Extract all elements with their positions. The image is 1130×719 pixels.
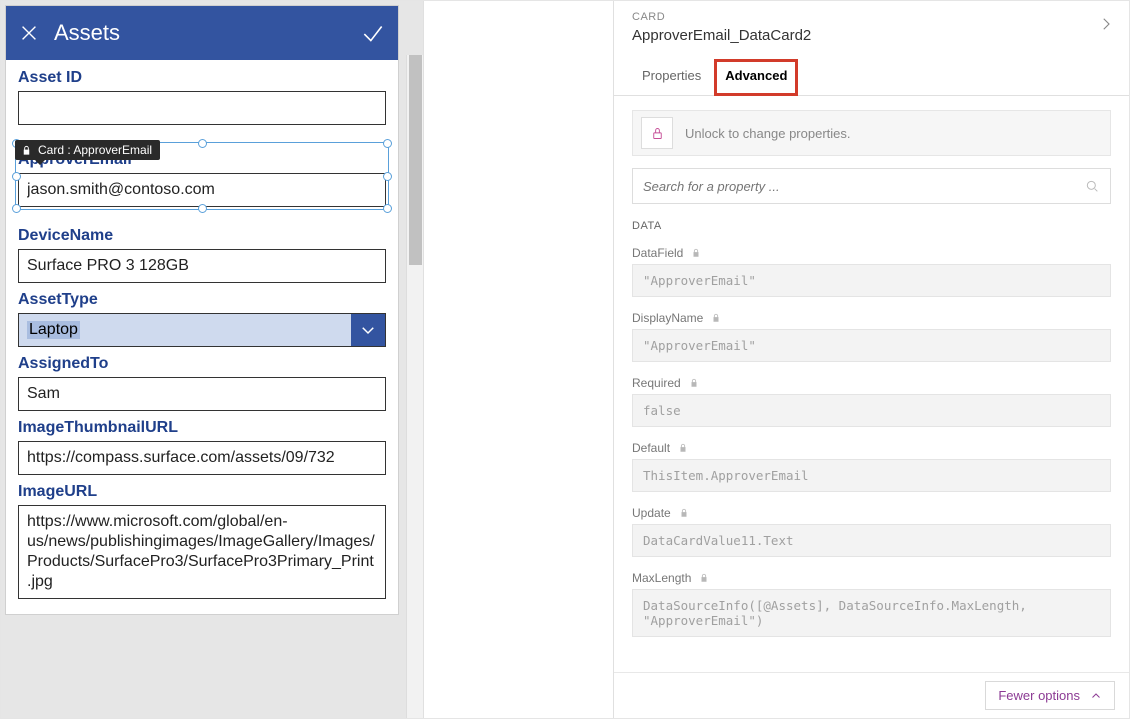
asset-type-dropdown[interactable]: Laptop: [18, 313, 386, 347]
prop-value[interactable]: DataSourceInfo([@Assets], DataSourceInfo…: [632, 589, 1111, 637]
prop-update: Update DataCardValue11.Text: [632, 506, 1111, 557]
field-label: ImageThumbnailURL: [18, 419, 386, 437]
dropdown-value: Laptop: [19, 314, 351, 346]
assigned-to-input[interactable]: [18, 377, 386, 411]
panel-object-name: ApproverEmail_DataCard2: [632, 27, 1111, 44]
resize-handle[interactable]: [383, 204, 392, 213]
prop-label: Update: [632, 506, 671, 520]
card-approver-email[interactable]: Card : ApproverEmail ApproverEmail: [18, 145, 386, 207]
lock-icon: [699, 573, 709, 583]
approver-email-input[interactable]: [18, 173, 386, 207]
resize-handle[interactable]: [198, 139, 207, 148]
form-title: Assets: [54, 20, 360, 46]
prop-label: DataField: [632, 246, 683, 260]
chevron-up-icon: [1090, 690, 1102, 702]
prop-value[interactable]: DataCardValue11.Text: [632, 524, 1111, 557]
resize-handle[interactable]: [383, 172, 392, 181]
lock-icon: [650, 126, 665, 141]
field-label: AssetType: [18, 291, 386, 309]
lock-icon: [21, 145, 32, 156]
prop-value[interactable]: false: [632, 394, 1111, 427]
resize-handle[interactable]: [383, 139, 392, 148]
prop-label: Default: [632, 441, 670, 455]
lock-icon: [691, 248, 701, 258]
prop-label: DisplayName: [632, 311, 703, 325]
prop-required: Required false: [632, 376, 1111, 427]
properties-panel: CARD ApproverEmail_DataCard2 Properties …: [613, 1, 1129, 718]
card-thumb-url[interactable]: ImageThumbnailURL: [18, 413, 386, 475]
close-icon[interactable]: [18, 22, 40, 44]
prop-datafield: DataField "ApproverEmail": [632, 246, 1111, 297]
selection-badge-text: Card : ApproverEmail: [38, 143, 152, 157]
field-label: DeviceName: [18, 227, 386, 245]
field-label: ImageURL: [18, 483, 386, 501]
unlock-banner: Unlock to change properties.: [632, 110, 1111, 156]
panel-body: Unlock to change properties. DATA DataFi…: [614, 96, 1129, 672]
unlock-text: Unlock to change properties.: [685, 126, 850, 141]
panel-footer: Fewer options: [614, 672, 1129, 718]
field-label: AssignedTo: [18, 355, 386, 373]
card-assigned-to[interactable]: AssignedTo: [18, 349, 386, 411]
prop-value[interactable]: "ApproverEmail": [632, 329, 1111, 362]
form-scrollbar[interactable]: [406, 55, 423, 718]
panel-type-label: CARD: [632, 11, 1111, 23]
asset-id-input[interactable]: [18, 91, 386, 125]
prop-maxlength: MaxLength DataSourceInfo([@Assets], Data…: [632, 571, 1111, 637]
device-name-input[interactable]: [18, 249, 386, 283]
form-header: Assets: [6, 6, 398, 60]
lock-icon: [679, 508, 689, 518]
lock-icon: [711, 313, 721, 323]
fewer-options-label: Fewer options: [998, 688, 1080, 703]
fewer-options-button[interactable]: Fewer options: [985, 681, 1115, 710]
chevron-down-icon: [359, 321, 377, 339]
resize-handle[interactable]: [12, 204, 21, 213]
resize-handle[interactable]: [198, 204, 207, 213]
section-data-label: DATA: [632, 220, 1111, 232]
canvas-gap: [423, 1, 613, 718]
tab-properties[interactable]: Properties: [632, 60, 711, 95]
form-preview-pane: Assets Asset ID Card : ApproverEmail: [1, 1, 423, 718]
panel-tabs: Properties Advanced: [632, 60, 1111, 95]
lock-icon: [689, 378, 699, 388]
search-icon: [1084, 178, 1100, 194]
tab-advanced[interactable]: Advanced: [715, 60, 797, 95]
form-container: Assets Asset ID Card : ApproverEmail: [5, 5, 399, 615]
unlock-button[interactable]: [641, 117, 673, 149]
card-asset-id[interactable]: Asset ID: [18, 63, 386, 125]
form-body: Asset ID Card : ApproverEmail: [6, 60, 398, 614]
property-search-input[interactable]: [643, 179, 1084, 194]
field-label: Asset ID: [18, 69, 386, 87]
property-search[interactable]: [632, 168, 1111, 204]
submit-check-icon[interactable]: [360, 20, 386, 46]
image-url-input[interactable]: [18, 505, 386, 599]
resize-handle[interactable]: [12, 172, 21, 181]
chevron-right-icon[interactable]: [1097, 15, 1115, 33]
selection-badge: Card : ApproverEmail: [15, 140, 160, 160]
thumb-url-input[interactable]: [18, 441, 386, 475]
prop-value[interactable]: "ApproverEmail": [632, 264, 1111, 297]
panel-header: CARD ApproverEmail_DataCard2 Properties …: [614, 1, 1129, 96]
prop-label: Required: [632, 376, 681, 390]
card-device-name[interactable]: DeviceName: [18, 221, 386, 283]
dropdown-toggle[interactable]: [351, 314, 385, 346]
card-asset-type[interactable]: AssetType Laptop: [18, 285, 386, 347]
scrollbar-thumb[interactable]: [409, 55, 422, 265]
prop-displayname: DisplayName "ApproverEmail": [632, 311, 1111, 362]
prop-label: MaxLength: [632, 571, 691, 585]
lock-icon: [678, 443, 688, 453]
prop-value[interactable]: ThisItem.ApproverEmail: [632, 459, 1111, 492]
prop-default: Default ThisItem.ApproverEmail: [632, 441, 1111, 492]
card-image-url[interactable]: ImageURL: [18, 477, 386, 604]
